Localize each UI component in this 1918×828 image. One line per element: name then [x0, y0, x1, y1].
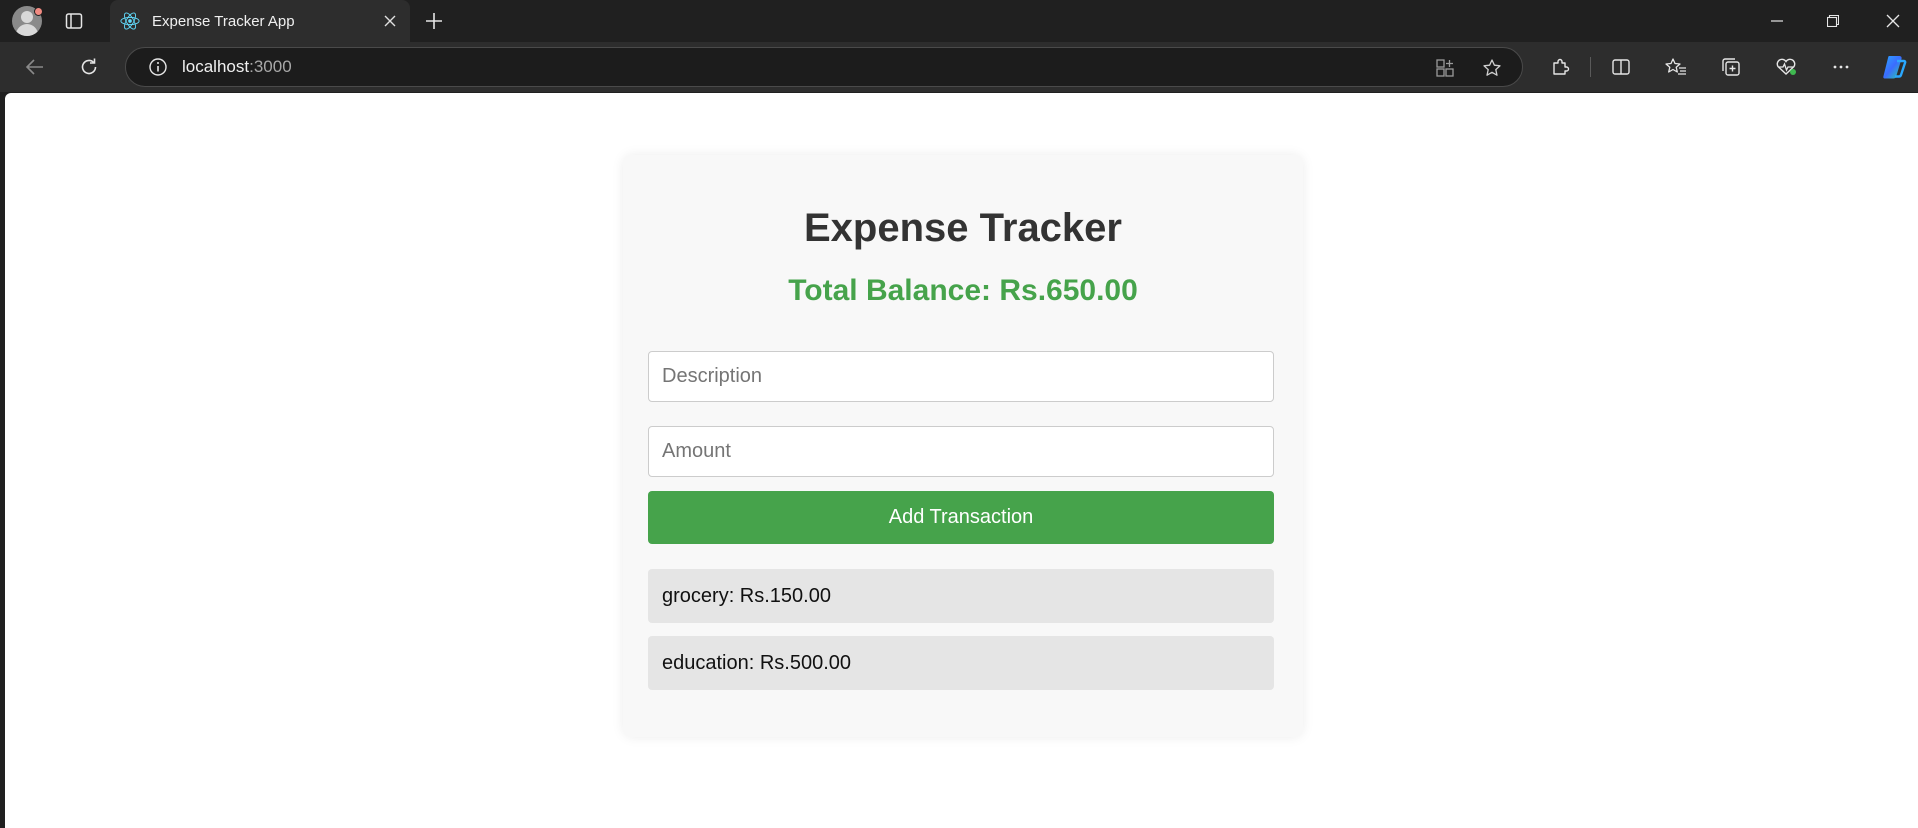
- tab-title: Expense Tracker App: [152, 12, 295, 30]
- browser-toolbar: localhost:3000: [0, 42, 1918, 92]
- app-available-icon[interactable]: [1431, 54, 1459, 82]
- minimize-icon[interactable]: [1754, 0, 1800, 42]
- total-balance: Total Balance: Rs.650.00: [788, 274, 1138, 307]
- close-window-icon[interactable]: [1870, 0, 1916, 42]
- restore-icon[interactable]: [1810, 0, 1856, 42]
- url-port: :3000: [249, 57, 292, 76]
- more-icon[interactable]: [1825, 52, 1857, 82]
- browser-tab-active[interactable]: Expense Tracker App: [110, 0, 410, 42]
- page-title: Expense Tracker: [804, 206, 1122, 250]
- add-transaction-button[interactable]: Add Transaction: [648, 491, 1274, 544]
- favorites-icon[interactable]: [1660, 52, 1692, 82]
- description-input[interactable]: [648, 351, 1274, 402]
- close-tab-icon[interactable]: [380, 11, 400, 31]
- address-bar[interactable]: localhost:3000: [125, 47, 1523, 87]
- refresh-icon[interactable]: [73, 52, 105, 82]
- toolbar-divider: [1590, 57, 1591, 77]
- info-icon[interactable]: [146, 55, 170, 79]
- transaction-item: education: Rs.500.00: [648, 636, 1274, 690]
- collections-icon[interactable]: [1715, 52, 1747, 82]
- url-host: localhost: [182, 57, 250, 76]
- browser-tab-bar: Expense Tracker App: [0, 0, 1918, 42]
- profile-notification-dot: [34, 7, 43, 16]
- new-tab-icon[interactable]: [420, 8, 448, 34]
- tab-actions-icon[interactable]: [62, 10, 86, 32]
- expense-tracker-card: Expense Tracker Total Balance: Rs.650.00…: [623, 155, 1303, 737]
- star-icon[interactable]: [1478, 54, 1506, 82]
- split-screen-icon[interactable]: [1605, 52, 1637, 82]
- react-icon: [120, 11, 140, 31]
- amount-input[interactable]: [648, 426, 1274, 477]
- back-arrow-icon[interactable]: [19, 52, 51, 82]
- page-viewport: Expense Tracker Total Balance: Rs.650.00…: [5, 93, 1918, 828]
- copilot-icon[interactable]: [1878, 52, 1910, 82]
- transaction-item: grocery: Rs.150.00: [648, 569, 1274, 623]
- transaction-list: grocery: Rs.150.00 education: Rs.500.00: [648, 569, 1274, 703]
- puzzle-icon[interactable]: [1544, 52, 1576, 82]
- heartbeat-icon[interactable]: [1770, 52, 1802, 82]
